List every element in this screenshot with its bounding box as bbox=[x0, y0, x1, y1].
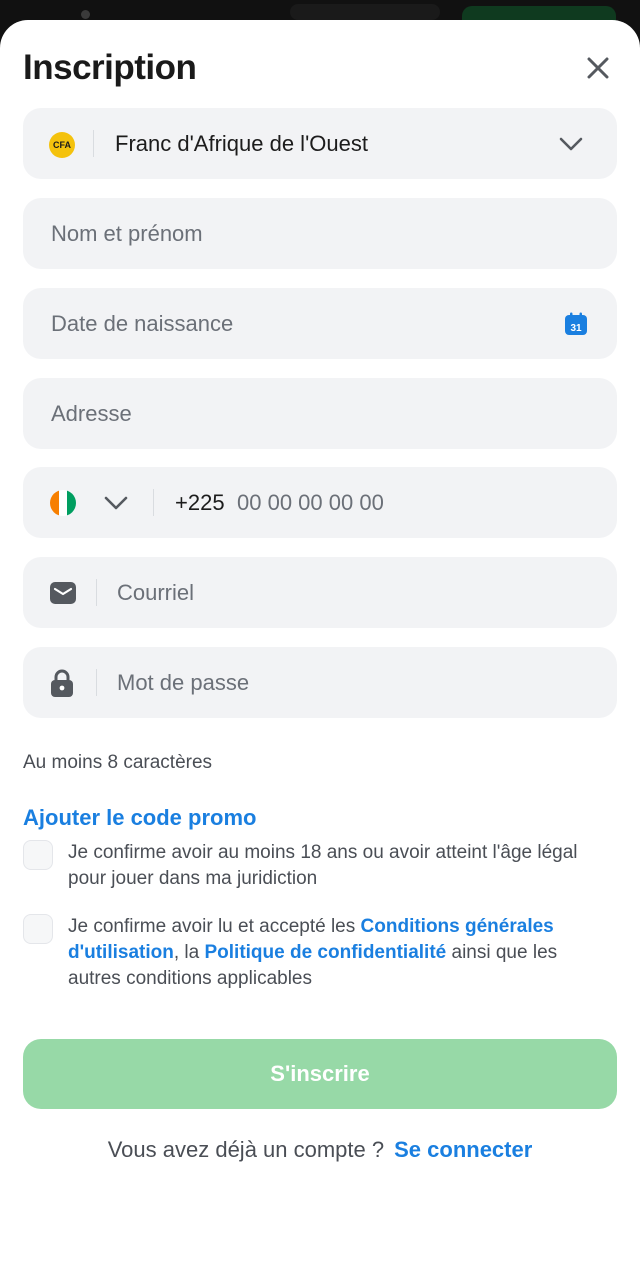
email-placeholder: Courriel bbox=[117, 579, 195, 605]
login-link[interactable]: Se connecter bbox=[394, 1137, 532, 1162]
close-icon bbox=[587, 57, 609, 79]
login-prompt: Vous avez déjà un compte ? bbox=[107, 1137, 385, 1162]
envelope-icon bbox=[50, 581, 76, 604]
currency-value: Franc d'Afrique de l'Ouest bbox=[115, 130, 368, 156]
divider bbox=[153, 489, 154, 516]
status-pill bbox=[290, 4, 440, 20]
currency-select[interactable]: CFA Franc d'Afrique de l'Ouest bbox=[23, 108, 617, 179]
phone-field[interactable]: +225 00 00 00 00 00 bbox=[23, 467, 617, 538]
terms-prefix: Je confirme avoir lu et accepté les bbox=[68, 916, 361, 937]
registration-sheet: Inscription CFA Franc d'Afrique de l'Oue… bbox=[0, 20, 640, 1280]
privacy-policy-link[interactable]: Politique de confidentialité bbox=[204, 942, 446, 963]
calendar-day: 31 bbox=[570, 323, 582, 334]
password-hint: Au moins 8 caractères bbox=[23, 752, 213, 773]
camera-dot bbox=[81, 10, 90, 19]
login-prompt-row: Vous avez déjà un compte ? Se connecter bbox=[0, 1137, 640, 1163]
add-promo-code-link[interactable]: Ajouter le code promo bbox=[23, 805, 256, 831]
password-field[interactable]: Mot de passe bbox=[23, 647, 617, 718]
age-consent-text: Je confirme avoir au moins 18 ans ou avo… bbox=[68, 842, 578, 889]
age-consent-checkbox[interactable] bbox=[23, 840, 53, 870]
birthdate-field[interactable]: Date de naissance 31 bbox=[23, 288, 617, 359]
address-placeholder: Adresse bbox=[51, 400, 132, 426]
password-placeholder: Mot de passe bbox=[117, 669, 250, 695]
terms-consent-text: Je confirme avoir lu et accepté les Cond… bbox=[68, 914, 598, 992]
chevron-down-icon[interactable] bbox=[104, 496, 128, 510]
divider bbox=[93, 130, 94, 157]
calendar-icon[interactable]: 31 bbox=[564, 312, 588, 336]
full-name-placeholder: Nom et prénom bbox=[51, 220, 203, 246]
ivory-coast-flag-icon[interactable] bbox=[50, 490, 76, 516]
lock-icon bbox=[51, 669, 73, 697]
birthdate-placeholder[interactable]: Date de naissance bbox=[51, 311, 233, 337]
close-button[interactable] bbox=[580, 50, 616, 86]
full-name-field[interactable]: Nom et prénom bbox=[23, 198, 617, 269]
phone-placeholder: 00 00 00 00 00 bbox=[237, 489, 384, 515]
cfa-currency-icon: CFA bbox=[49, 132, 75, 158]
divider bbox=[96, 579, 97, 606]
address-field[interactable]: Adresse bbox=[23, 378, 617, 449]
chevron-down-icon bbox=[559, 137, 583, 150]
email-field[interactable]: Courriel bbox=[23, 557, 617, 628]
page-title: Inscription bbox=[23, 48, 197, 87]
terms-consent-checkbox[interactable] bbox=[23, 914, 53, 944]
register-button[interactable]: S'inscrire bbox=[23, 1039, 617, 1109]
terms-mid: , la bbox=[173, 942, 205, 963]
phone-country-code: +225 bbox=[175, 489, 225, 515]
divider bbox=[96, 669, 97, 696]
